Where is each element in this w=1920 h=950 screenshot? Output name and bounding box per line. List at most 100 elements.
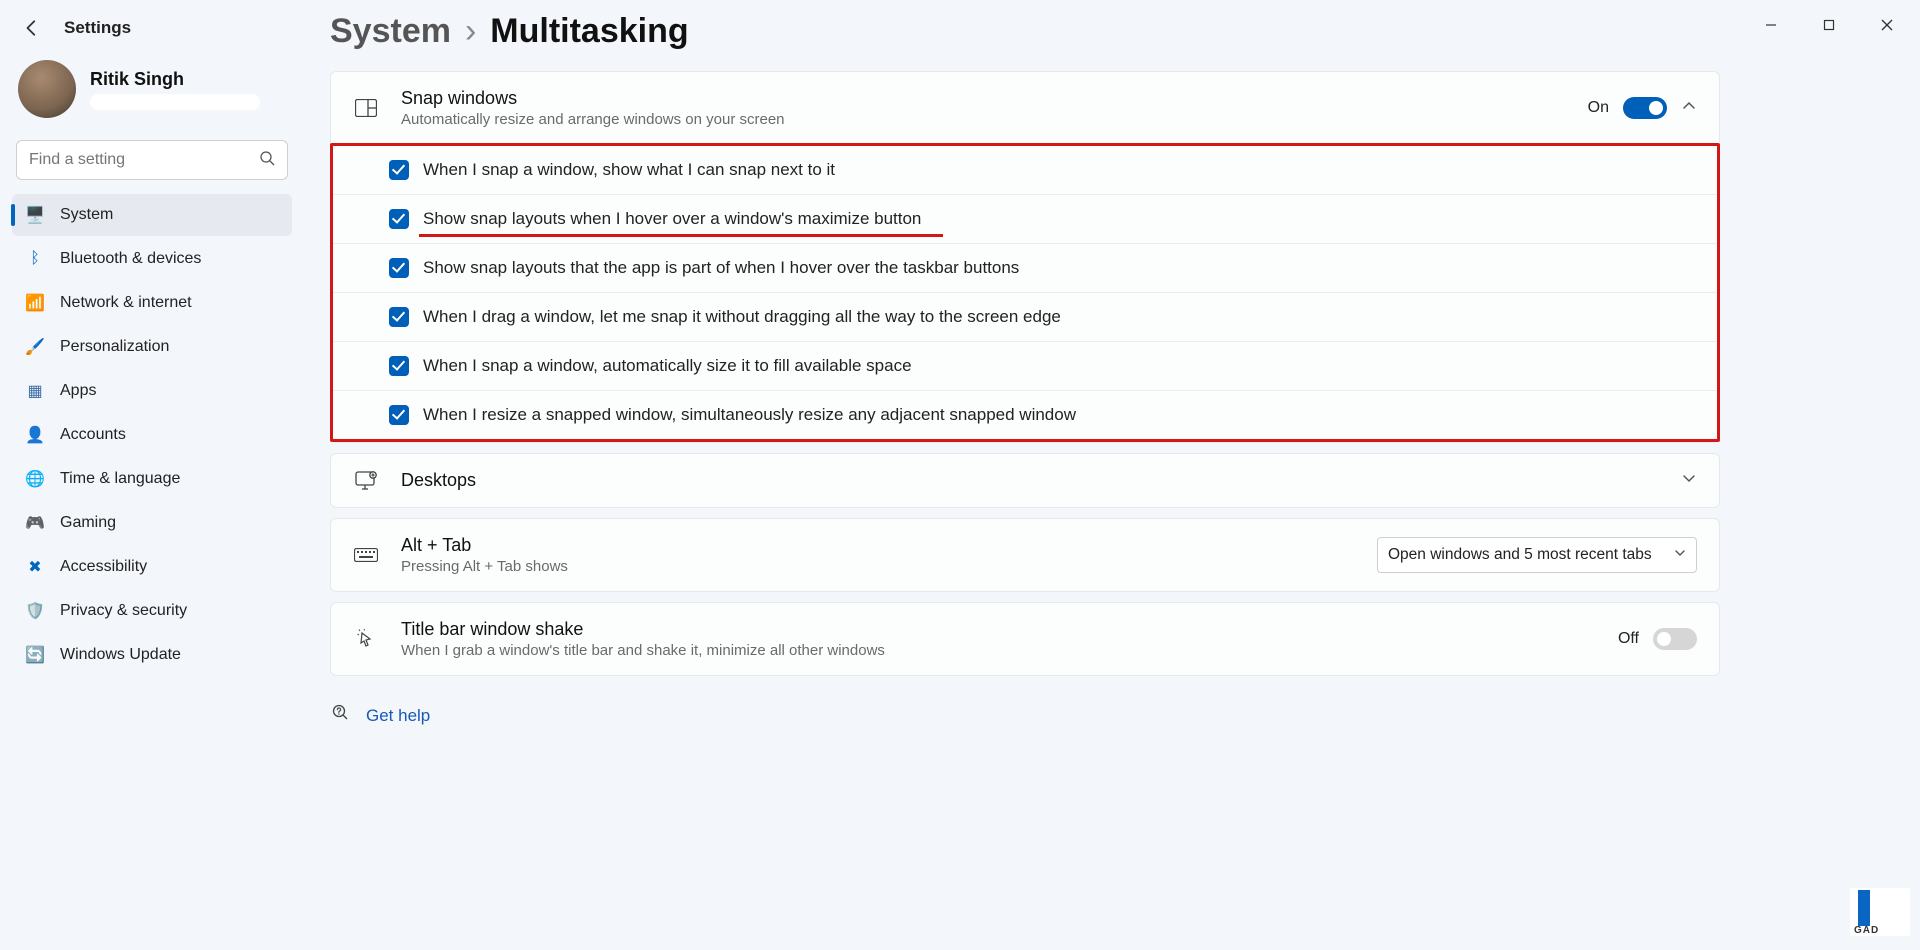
checkbox[interactable] xyxy=(389,209,409,229)
snap-subtitle: Automatically resize and arrange windows… xyxy=(401,111,1566,128)
alttab-select-value: Open windows and 5 most recent tabs xyxy=(1388,546,1652,564)
sidebar-item-time-language[interactable]: 🌐 Time & language xyxy=(12,458,292,500)
alttab-card: Alt + Tab Pressing Alt + Tab shows Open … xyxy=(330,518,1720,592)
keyboard-icon xyxy=(353,548,379,562)
snap-windows-card: Snap windows Automatically resize and ar… xyxy=(330,71,1720,443)
breadcrumb-separator: › xyxy=(465,12,476,51)
desktops-title: Desktops xyxy=(401,470,1659,491)
nav-icon: 📶 xyxy=(24,293,46,313)
snap-options-highlighted: When I snap a window, show what I can sn… xyxy=(330,143,1720,442)
snap-option-row[interactable]: When I drag a window, let me snap it wit… xyxy=(333,292,1717,341)
snap-option-label: When I resize a snapped window, simultan… xyxy=(423,405,1076,425)
shake-state-label: Off xyxy=(1618,630,1639,648)
search-input[interactable] xyxy=(29,151,259,169)
nav-label: Accounts xyxy=(60,426,126,444)
app-title: Settings xyxy=(64,18,131,38)
profile-row[interactable]: Ritik Singh xyxy=(12,56,292,136)
nav-icon: 🖌️ xyxy=(24,337,46,357)
checkbox[interactable] xyxy=(389,160,409,180)
chevron-down-icon xyxy=(1674,546,1686,564)
minimize-button[interactable] xyxy=(1756,10,1786,40)
nav-icon: 🔄 xyxy=(24,645,46,665)
nav-icon: 👤 xyxy=(24,425,46,445)
breadcrumb: System › Multitasking xyxy=(330,12,1720,51)
avatar xyxy=(18,60,76,118)
get-help-row: Get help xyxy=(330,704,1720,727)
sidebar-item-apps[interactable]: ▦ Apps xyxy=(12,370,292,412)
nav-label: Bluetooth & devices xyxy=(60,250,201,268)
nav-icon: 🛡️ xyxy=(24,601,46,621)
snap-option-row[interactable]: When I resize a snapped window, simultan… xyxy=(333,390,1717,439)
snap-option-label: When I snap a window, automatically size… xyxy=(423,356,912,376)
alttab-subtitle: Pressing Alt + Tab shows xyxy=(401,558,1355,575)
search-icon xyxy=(259,150,275,171)
shake-header: Title bar window shake When I grab a win… xyxy=(331,603,1719,675)
nav-label: System xyxy=(60,206,113,224)
shake-card: Title bar window shake When I grab a win… xyxy=(330,602,1720,676)
snap-option-label: When I snap a window, show what I can sn… xyxy=(423,160,835,180)
breadcrumb-current: Multitasking xyxy=(490,12,688,51)
nav-icon: ᛒ xyxy=(24,250,46,268)
checkbox[interactable] xyxy=(389,307,409,327)
maximize-button[interactable] xyxy=(1814,10,1844,40)
sidebar: Ritik Singh 🖥️ System ᛒ Bluetooth & devices… xyxy=(12,56,292,676)
chevron-down-icon[interactable] xyxy=(1681,470,1697,491)
nav-icon: ✖ xyxy=(24,557,46,577)
sidebar-item-personalization[interactable]: 🖌️ Personalization xyxy=(12,326,292,368)
watermark: GAD xyxy=(1850,888,1910,936)
nav-label: Personalization xyxy=(60,338,169,356)
nav-icon: 🎮 xyxy=(24,513,46,533)
sidebar-item-bluetooth-devices[interactable]: ᛒ Bluetooth & devices xyxy=(12,238,292,280)
snap-layout-icon xyxy=(353,99,379,117)
snap-option-label: When I drag a window, let me snap it wit… xyxy=(423,307,1061,327)
shake-subtitle: When I grab a window's title bar and sha… xyxy=(401,642,1596,659)
shake-title: Title bar window shake xyxy=(401,619,1596,640)
nav-label: Privacy & security xyxy=(60,602,187,620)
help-icon xyxy=(332,704,350,727)
search-box[interactable] xyxy=(16,140,288,180)
sidebar-item-network-internet[interactable]: 📶 Network & internet xyxy=(12,282,292,324)
sidebar-item-privacy-security[interactable]: 🛡️ Privacy & security xyxy=(12,590,292,632)
alttab-header: Alt + Tab Pressing Alt + Tab shows Open … xyxy=(331,519,1719,591)
sidebar-item-windows-update[interactable]: 🔄Windows Update xyxy=(12,634,292,676)
nav-icon: ▦ xyxy=(24,381,46,401)
snap-option-row[interactable]: When I snap a window, automatically size… xyxy=(333,341,1717,390)
close-button[interactable] xyxy=(1872,10,1902,40)
snap-windows-header[interactable]: Snap windows Automatically resize and ar… xyxy=(331,72,1719,144)
nav-icon: 🖥️ xyxy=(24,205,46,225)
snap-toggle[interactable] xyxy=(1623,97,1667,119)
get-help-link[interactable]: Get help xyxy=(366,706,430,726)
snap-option-row[interactable]: Show snap layouts that the app is part o… xyxy=(333,243,1717,292)
nav-icon: 🌐 xyxy=(24,469,46,489)
sidebar-item-accessibility[interactable]: ✖Accessibility xyxy=(12,546,292,588)
checkbox[interactable] xyxy=(389,258,409,278)
sidebar-item-accounts[interactable]: 👤 Accounts xyxy=(12,414,292,456)
snap-option-row[interactable]: Show snap layouts when I hover over a wi… xyxy=(333,194,1717,243)
nav-label: Time & language xyxy=(60,470,180,488)
nav-list: 🖥️ System ᛒ Bluetooth & devices 📶 Network & i… xyxy=(12,194,292,676)
profile-name: Ritik Singh xyxy=(90,69,260,90)
desktops-icon xyxy=(353,471,379,491)
sidebar-item-gaming[interactable]: 🎮 Gaming xyxy=(12,502,292,544)
checkbox[interactable] xyxy=(389,405,409,425)
checkbox[interactable] xyxy=(389,356,409,376)
alttab-title: Alt + Tab xyxy=(401,535,1355,556)
sidebar-item-system[interactable]: 🖥️ System xyxy=(12,194,292,236)
snap-title: Snap windows xyxy=(401,88,1566,109)
chevron-up-icon[interactable] xyxy=(1681,98,1697,119)
nav-label: Gaming xyxy=(60,514,116,532)
nav-label: Apps xyxy=(60,382,96,400)
desktops-header[interactable]: Desktops xyxy=(331,454,1719,507)
nav-label: Network & internet xyxy=(60,294,192,312)
snap-option-row[interactable]: When I snap a window, show what I can sn… xyxy=(333,146,1717,194)
snap-option-label: Show snap layouts that the app is part o… xyxy=(423,258,1019,278)
cursor-icon xyxy=(353,629,379,649)
breadcrumb-parent[interactable]: System xyxy=(330,12,451,51)
shake-toggle[interactable] xyxy=(1653,628,1697,650)
alttab-select[interactable]: Open windows and 5 most recent tabs xyxy=(1377,537,1697,573)
profile-email-placeholder xyxy=(90,94,260,110)
main-content: System › Multitasking Snap windows Autom… xyxy=(330,12,1720,727)
desktops-card: Desktops xyxy=(330,453,1720,508)
back-button[interactable] xyxy=(18,14,46,42)
snap-state-label: On xyxy=(1588,99,1609,117)
